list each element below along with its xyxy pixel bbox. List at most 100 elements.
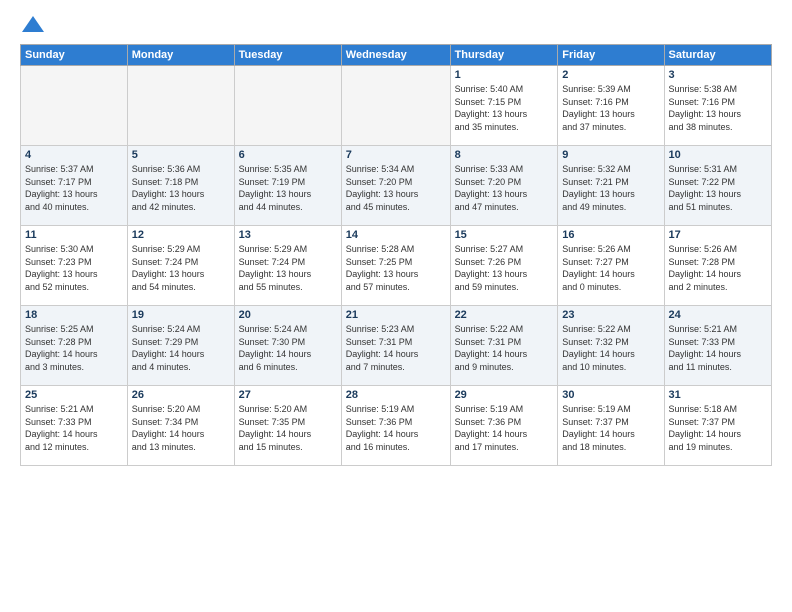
- day-number: 26: [132, 389, 230, 401]
- day-info: Sunrise: 5:34 AM Sunset: 7:20 PM Dayligh…: [346, 163, 446, 213]
- day-info: Sunrise: 5:19 AM Sunset: 7:36 PM Dayligh…: [455, 403, 554, 453]
- day-info: Sunrise: 5:18 AM Sunset: 7:37 PM Dayligh…: [669, 403, 767, 453]
- calendar-cell: 15 Sunrise: 5:27 AM Sunset: 7:26 PM Dayli…: [450, 226, 558, 306]
- day-number: 29: [455, 389, 554, 401]
- calendar-cell: 10 Sunrise: 5:31 AM Sunset: 7:22 PM Dayli…: [664, 146, 771, 226]
- day-number: 23: [562, 309, 659, 321]
- day-number: 7: [346, 149, 446, 161]
- day-number: 3: [669, 69, 767, 81]
- calendar-cell: 26Sunrise: 5:20 AM Sunset: 7:34 PM Dayli…: [127, 386, 234, 466]
- week-row-5: 25 Sunrise: 5:21 AM Sunset: 7:33 PM Dayli…: [21, 386, 772, 466]
- calendar-cell: 11 Sunrise: 5:30 AM Sunset: 7:23 PM Dayli…: [21, 226, 128, 306]
- weekday-header-saturday: Saturday: [664, 45, 771, 66]
- day-number: 13: [239, 229, 337, 241]
- header: [20, 16, 772, 36]
- calendar-cell: 6 Sunrise: 5:35 AM Sunset: 7:19 PM Daylig…: [234, 146, 341, 226]
- calendar-cell: 16 Sunrise: 5:26 AM Sunset: 7:27 PM Dayli…: [558, 226, 664, 306]
- calendar-cell: 29 Sunrise: 5:19 AM Sunset: 7:36 PM Dayli…: [450, 386, 558, 466]
- calendar-cell: 14 Sunrise: 5:28 AM Sunset: 7:25 PM Dayli…: [341, 226, 450, 306]
- day-number: 5: [132, 149, 230, 161]
- day-info: Sunrise: 5:38 AM Sunset: 7:16 PM Dayligh…: [669, 83, 767, 133]
- calendar: SundayMondayTuesdayWednesdayThursdayFrid…: [20, 44, 772, 466]
- day-info: Sunrise: 5:26 AM Sunset: 7:27 PM Dayligh…: [562, 243, 659, 293]
- day-info: Sunrise: 5:40 AM Sunset: 7:15 PM Dayligh…: [455, 83, 554, 133]
- day-info: Sunrise: 5:29 AM Sunset: 7:24 PM Dayligh…: [239, 243, 337, 293]
- calendar-cell: [127, 66, 234, 146]
- day-info: Sunrise: 5:20 AM Sunset: 7:35 PM Dayligh…: [239, 403, 337, 453]
- weekday-header-monday: Monday: [127, 45, 234, 66]
- logo: [20, 16, 44, 36]
- calendar-cell: 18 Sunrise: 5:25 AM Sunset: 7:28 PM Dayli…: [21, 306, 128, 386]
- calendar-cell: [341, 66, 450, 146]
- logo-icon-svg: [22, 14, 44, 36]
- day-number: 15: [455, 229, 554, 241]
- calendar-cell: 28Sunrise: 5:19 AM Sunset: 7:36 PM Dayli…: [341, 386, 450, 466]
- day-number: 27: [239, 389, 337, 401]
- day-info: Sunrise: 5:19 AM Sunset: 7:36 PM Dayligh…: [346, 403, 446, 453]
- day-number: 2: [562, 69, 659, 81]
- day-number: 30: [562, 389, 659, 401]
- day-info: Sunrise: 5:24 AM Sunset: 7:30 PM Dayligh…: [239, 323, 337, 373]
- weekday-header-tuesday: Tuesday: [234, 45, 341, 66]
- day-number: 9: [562, 149, 659, 161]
- day-number: 25: [25, 389, 123, 401]
- day-number: 16: [562, 229, 659, 241]
- day-info: Sunrise: 5:37 AM Sunset: 7:17 PM Dayligh…: [25, 163, 123, 213]
- calendar-cell: 27 Sunrise: 5:20 AM Sunset: 7:35 PM Dayli…: [234, 386, 341, 466]
- day-info: Sunrise: 5:25 AM Sunset: 7:28 PM Dayligh…: [25, 323, 123, 373]
- day-number: 14: [346, 229, 446, 241]
- day-info: Sunrise: 5:39 AM Sunset: 7:16 PM Dayligh…: [562, 83, 659, 133]
- day-info: Sunrise: 5:22 AM Sunset: 7:31 PM Dayligh…: [455, 323, 554, 373]
- calendar-cell: 9Sunrise: 5:32 AM Sunset: 7:21 PM Daylig…: [558, 146, 664, 226]
- calendar-cell: 1 Sunrise: 5:40 AM Sunset: 7:15 PM Daylig…: [450, 66, 558, 146]
- calendar-cell: 13 Sunrise: 5:29 AM Sunset: 7:24 PM Dayli…: [234, 226, 341, 306]
- day-number: 1: [455, 69, 554, 81]
- calendar-cell: 2 Sunrise: 5:39 AM Sunset: 7:16 PM Daylig…: [558, 66, 664, 146]
- day-info: Sunrise: 5:22 AM Sunset: 7:32 PM Dayligh…: [562, 323, 659, 373]
- day-number: 21: [346, 309, 446, 321]
- day-info: Sunrise: 5:26 AM Sunset: 7:28 PM Dayligh…: [669, 243, 767, 293]
- day-info: Sunrise: 5:36 AM Sunset: 7:18 PM Dayligh…: [132, 163, 230, 213]
- calendar-cell: 31Sunrise: 5:18 AM Sunset: 7:37 PM Dayli…: [664, 386, 771, 466]
- day-info: Sunrise: 5:19 AM Sunset: 7:37 PM Dayligh…: [562, 403, 659, 453]
- calendar-cell: 8 Sunrise: 5:33 AM Sunset: 7:20 PM Daylig…: [450, 146, 558, 226]
- day-info: Sunrise: 5:33 AM Sunset: 7:20 PM Dayligh…: [455, 163, 554, 213]
- day-info: Sunrise: 5:28 AM Sunset: 7:25 PM Dayligh…: [346, 243, 446, 293]
- day-info: Sunrise: 5:21 AM Sunset: 7:33 PM Dayligh…: [25, 403, 123, 453]
- calendar-cell: 12Sunrise: 5:29 AM Sunset: 7:24 PM Dayli…: [127, 226, 234, 306]
- day-number: 20: [239, 309, 337, 321]
- calendar-cell: [234, 66, 341, 146]
- day-info: Sunrise: 5:27 AM Sunset: 7:26 PM Dayligh…: [455, 243, 554, 293]
- calendar-cell: 7 Sunrise: 5:34 AM Sunset: 7:20 PM Daylig…: [341, 146, 450, 226]
- weekday-header-row: SundayMondayTuesdayWednesdayThursdayFrid…: [21, 45, 772, 66]
- calendar-cell: 3 Sunrise: 5:38 AM Sunset: 7:16 PM Daylig…: [664, 66, 771, 146]
- calendar-cell: 25 Sunrise: 5:21 AM Sunset: 7:33 PM Dayli…: [21, 386, 128, 466]
- day-number: 18: [25, 309, 123, 321]
- day-info: Sunrise: 5:31 AM Sunset: 7:22 PM Dayligh…: [669, 163, 767, 213]
- calendar-cell: [21, 66, 128, 146]
- calendar-cell: 23 Sunrise: 5:22 AM Sunset: 7:32 PM Dayli…: [558, 306, 664, 386]
- day-number: 22: [455, 309, 554, 321]
- day-info: Sunrise: 5:30 AM Sunset: 7:23 PM Dayligh…: [25, 243, 123, 293]
- calendar-cell: 20 Sunrise: 5:24 AM Sunset: 7:30 PM Dayli…: [234, 306, 341, 386]
- day-info: Sunrise: 5:35 AM Sunset: 7:19 PM Dayligh…: [239, 163, 337, 213]
- day-number: 6: [239, 149, 337, 161]
- day-number: 8: [455, 149, 554, 161]
- day-number: 4: [25, 149, 123, 161]
- calendar-cell: 17 Sunrise: 5:26 AM Sunset: 7:28 PM Dayli…: [664, 226, 771, 306]
- day-info: Sunrise: 5:23 AM Sunset: 7:31 PM Dayligh…: [346, 323, 446, 373]
- day-number: 17: [669, 229, 767, 241]
- day-number: 10: [669, 149, 767, 161]
- day-info: Sunrise: 5:21 AM Sunset: 7:33 PM Dayligh…: [669, 323, 767, 373]
- calendar-cell: 21 Sunrise: 5:23 AM Sunset: 7:31 PM Dayli…: [341, 306, 450, 386]
- calendar-cell: 4 Sunrise: 5:37 AM Sunset: 7:17 PM Daylig…: [21, 146, 128, 226]
- calendar-cell: 30 Sunrise: 5:19 AM Sunset: 7:37 PM Dayli…: [558, 386, 664, 466]
- weekday-header-friday: Friday: [558, 45, 664, 66]
- week-row-3: 11 Sunrise: 5:30 AM Sunset: 7:23 PM Dayli…: [21, 226, 772, 306]
- day-number: 11: [25, 229, 123, 241]
- page: SundayMondayTuesdayWednesdayThursdayFrid…: [0, 0, 792, 612]
- calendar-cell: 19Sunrise: 5:24 AM Sunset: 7:29 PM Dayli…: [127, 306, 234, 386]
- weekday-header-wednesday: Wednesday: [341, 45, 450, 66]
- weekday-header-sunday: Sunday: [21, 45, 128, 66]
- day-info: Sunrise: 5:29 AM Sunset: 7:24 PM Dayligh…: [132, 243, 230, 293]
